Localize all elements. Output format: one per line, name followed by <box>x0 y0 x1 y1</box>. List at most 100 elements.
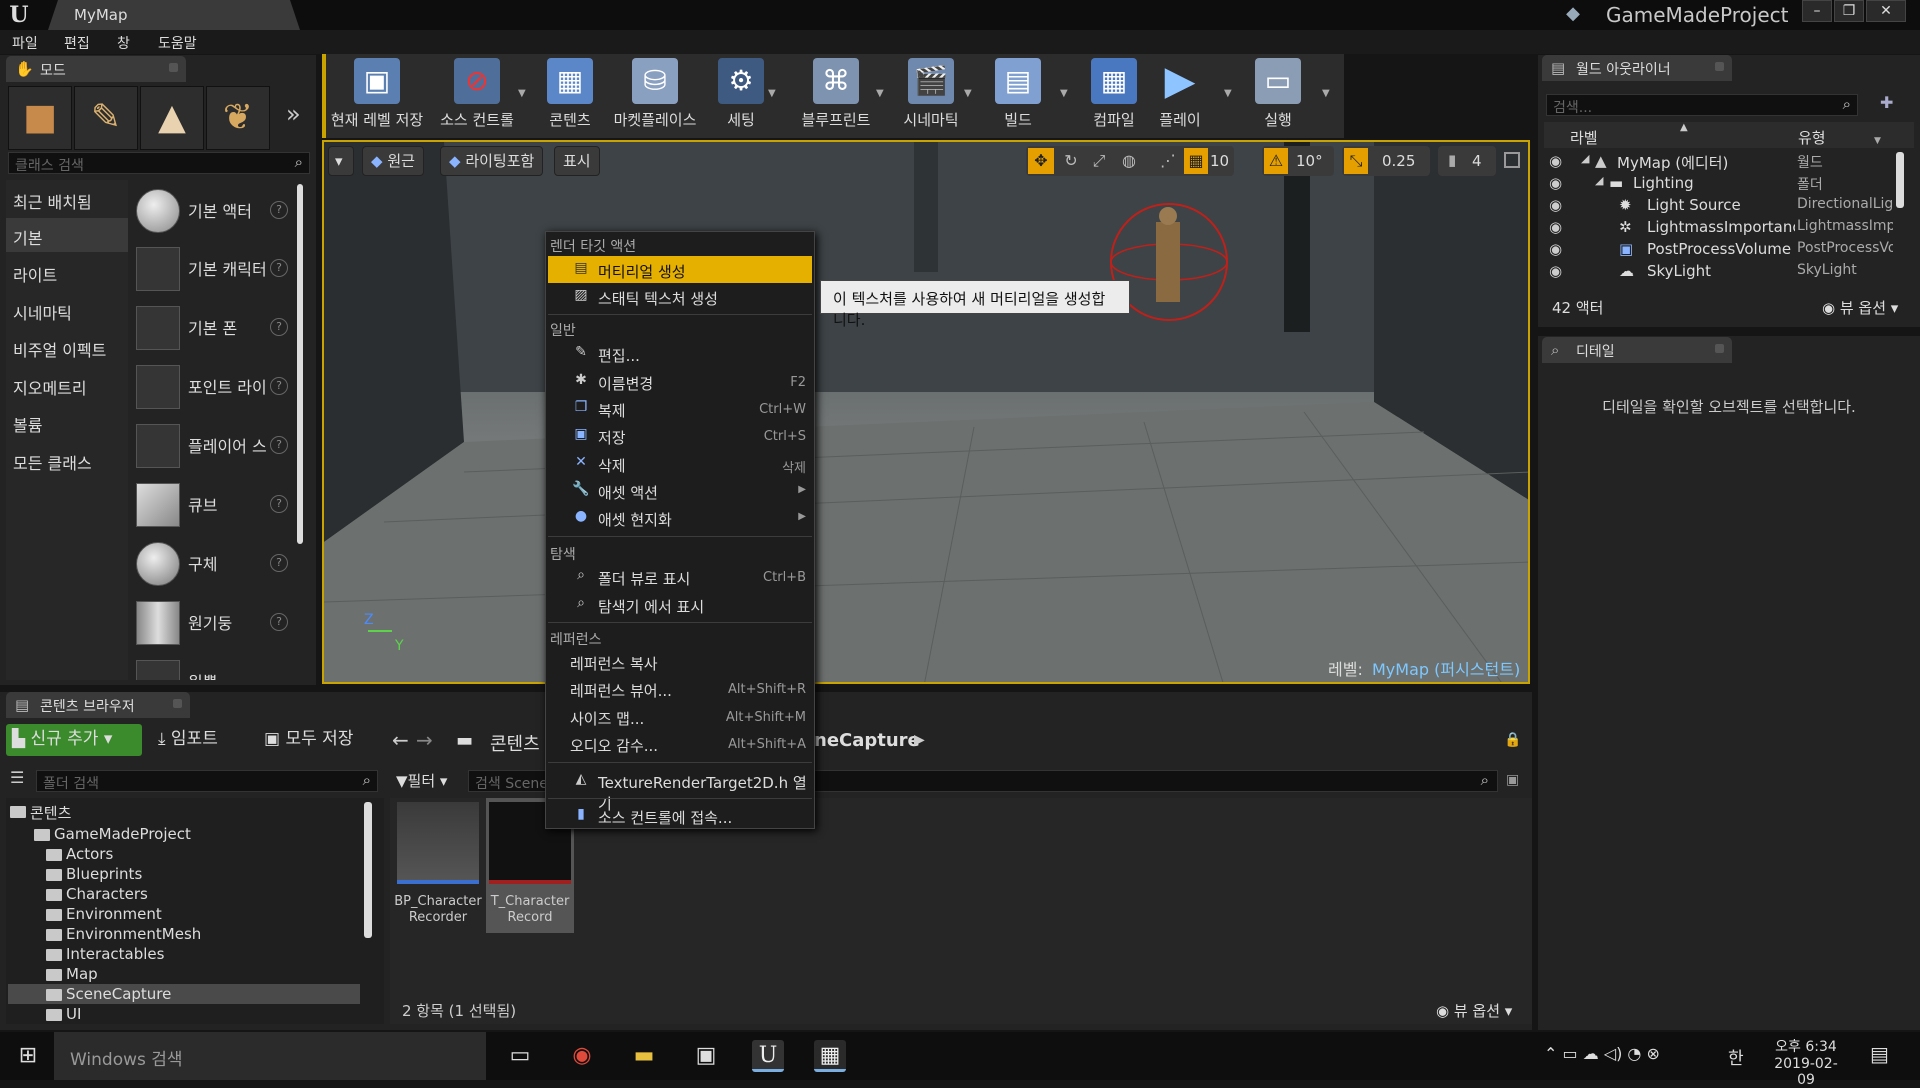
tree-item-environment[interactable]: Environment <box>44 905 162 925</box>
foliage-mode-icon[interactable]: ❦ <box>206 86 270 150</box>
menu-edit[interactable]: 편집 <box>64 33 90 53</box>
viewport-menu-dropdown[interactable]: ▾ <box>328 146 354 176</box>
chevron-down-icon[interactable]: ▼ <box>1322 88 1330 99</box>
compile-button[interactable]: ▦ 컴파일 <box>1082 58 1146 134</box>
category-lights[interactable]: 라이트 <box>6 255 128 289</box>
ctx-edit[interactable]: ✎ 편집... <box>548 340 812 367</box>
expand-icon[interactable]: ◢ <box>1595 174 1603 187</box>
eye-icon[interactable]: ◉ <box>1549 152 1562 170</box>
eye-icon[interactable]: ◉ <box>1549 174 1562 192</box>
tree-item-ui[interactable]: UI <box>44 1005 81 1023</box>
tree-item-gamemadeproject[interactable]: GameMadeProject <box>32 825 191 845</box>
place-item-player-start[interactable]: 플레이어 스타트? <box>132 418 292 474</box>
place-item-point-light[interactable]: 포인트 라이트? <box>132 359 292 415</box>
help-icon[interactable]: ? <box>270 201 288 219</box>
tree-item-actors[interactable]: Actors <box>44 845 113 865</box>
ctx-connect-source-control[interactable]: ▮ 소스 컨트롤에 접속... <box>548 802 812 829</box>
photos-icon[interactable]: ▦ <box>814 1040 846 1072</box>
chevron-down-icon[interactable]: ▼ <box>518 88 526 99</box>
notification-icon[interactable]: ▤ <box>1870 1042 1889 1066</box>
level-viewport[interactable] <box>322 140 1530 684</box>
help-icon[interactable]: ? <box>270 554 288 572</box>
outliner-row[interactable]: ◉✲LightmassImportanceVolumeLightmassImpo… <box>1545 218 1895 240</box>
ctx-create-static-texture[interactable]: ▨ 스태틱 텍스처 생성 <box>548 283 812 310</box>
tree-item-scenecapture[interactable]: SceneCapture <box>44 985 171 1005</box>
menu-window[interactable]: 창 <box>117 33 130 53</box>
outliner-row[interactable]: ◉ ◢ ▲ MyMap (에디터) 월드 <box>1545 152 1895 174</box>
forward-icon[interactable]: → <box>416 728 433 752</box>
maximize-button[interactable]: ❐ <box>1834 0 1864 22</box>
paint-mode-icon[interactable]: ✎ <box>74 86 138 150</box>
source-control-button[interactable]: ⊘ 소스 컨트롤 <box>430 58 524 134</box>
ctx-size-map[interactable]: 사이즈 맵... Alt+Shift+M <box>548 703 812 730</box>
ctx-copy-reference[interactable]: 레퍼런스 복사 <box>548 648 812 675</box>
expand-icon[interactable]: ◢ <box>1581 152 1589 165</box>
windows-start-icon[interactable]: ⊞ <box>12 1040 44 1072</box>
category-geometry[interactable]: 지오메트리 <box>6 368 128 402</box>
menu-help[interactable]: 도움말 <box>158 33 197 53</box>
outliner-view-options[interactable]: ◉ 뷰 옵션 ▾ <box>1822 297 1898 318</box>
launch-button[interactable]: ▭ 실행 <box>1250 58 1306 134</box>
outliner-row[interactable]: ◉✹Light SourceDirectionalLight <box>1545 196 1895 218</box>
add-actor-icon[interactable]: ✚ <box>1880 93 1893 112</box>
blueprints-button[interactable]: ⌘ 블루프린트 <box>792 58 880 134</box>
sources-toggle-icon[interactable]: ☰ <box>10 768 24 787</box>
chevron-down-icon[interactable]: ▼ <box>876 88 884 99</box>
modes-scrollbar[interactable] <box>297 184 303 544</box>
asset-bp-character-recorder[interactable]: BP_Character Recorder <box>394 798 482 933</box>
place-item-cylinder[interactable]: 원기둥? <box>132 595 292 651</box>
level-tab[interactable]: MyMap <box>48 0 300 30</box>
more-modes-icon[interactable]: » <box>286 100 301 128</box>
show-button[interactable]: 표시 <box>554 146 600 176</box>
grid-snap-icon[interactable]: ▦ <box>1184 148 1208 174</box>
col-label[interactable]: 라벨 <box>1570 127 1598 148</box>
help-icon[interactable]: ? <box>270 613 288 631</box>
place-item-pawn[interactable]: 기본 폰? <box>132 300 292 356</box>
ctx-delete[interactable]: ✕ 삭제 삭제 <box>548 450 812 477</box>
scale-snap-value[interactable]: 0.25 <box>1382 152 1415 170</box>
category-visual-effects[interactable]: 비주얼 이펙트 <box>6 330 128 364</box>
category-all-classes[interactable]: 모든 클래스 <box>6 443 128 477</box>
chevron-down-icon[interactable]: ▼ <box>964 88 972 99</box>
maximize-viewport-icon[interactable] <box>1504 152 1520 168</box>
rotation-snap-icon[interactable]: ⚠ <box>1264 148 1288 174</box>
eye-icon[interactable]: ◉ <box>1549 240 1562 258</box>
tree-item-map[interactable]: Map <box>44 965 98 985</box>
store-icon[interactable]: ▣ <box>690 1040 722 1072</box>
outliner-search-input[interactable]: 검색... ⌕ <box>1546 94 1858 116</box>
rotate-icon[interactable]: ↻ <box>1058 148 1084 174</box>
build-button[interactable]: ▤ 빌드 <box>990 58 1046 134</box>
minimize-button[interactable]: – <box>1802 0 1832 22</box>
surface-snap-icon[interactable]: ⋰ <box>1156 148 1180 174</box>
close-icon[interactable] <box>1715 344 1724 353</box>
system-tray-icons[interactable]: ⌃ ▭ ☁ ◁) ◔ ⊗ <box>1544 1044 1660 1063</box>
rot-snap-value[interactable]: 10° <box>1296 152 1323 170</box>
category-basic[interactable]: 기본 <box>6 218 128 252</box>
outliner-row[interactable]: ◉ ◢ ▬ Lighting 폴더 <box>1545 174 1895 196</box>
class-search-input[interactable]: 클래스 검색 ⌕ <box>8 152 310 174</box>
eye-icon[interactable]: ◉ <box>1549 218 1562 236</box>
scale-icon[interactable]: ⤢ <box>1086 148 1112 174</box>
taskbar-search-input[interactable]: Windows 검색 <box>54 1032 486 1080</box>
ctx-show-in-folder-view[interactable]: ⌕ 폴더 뷰로 표시 Ctrl+B <box>548 563 812 590</box>
content-browser-tab[interactable]: ▤ 콘텐츠 브라우저 <box>6 692 190 718</box>
chrome-icon[interactable]: ◉ <box>566 1040 598 1072</box>
grid-snap-value[interactable]: 10 <box>1210 152 1229 170</box>
outliner-row[interactable]: ◉ ☁ SkyLight SkyLight <box>1545 262 1895 284</box>
ime-indicator[interactable]: 한 <box>1728 1044 1744 1069</box>
chevron-down-icon[interactable]: ▼ <box>1060 88 1068 99</box>
tree-item-interactables[interactable]: Interactables <box>44 945 164 965</box>
settings-button[interactable]: ⚙ 세팅 <box>712 58 770 134</box>
help-icon[interactable]: ? <box>270 259 288 277</box>
view-mode-button[interactable]: ◆ 라이팅포함 <box>440 146 544 176</box>
close-icon[interactable] <box>1715 62 1724 71</box>
place-mode-icon[interactable]: ■ <box>8 86 72 150</box>
chevron-down-icon[interactable]: ▼ <box>768 88 776 99</box>
back-icon[interactable]: ← <box>392 728 409 752</box>
perspective-button[interactable]: ◆ 원근 <box>362 146 424 176</box>
save-search-icon[interactable]: ▣ <box>1506 772 1519 788</box>
help-icon[interactable]: ? <box>270 495 288 513</box>
place-item-cube[interactable]: 큐브? <box>132 477 292 533</box>
filter-button[interactable]: ▼필터 ▾ <box>396 770 447 791</box>
task-view-icon[interactable]: ▭ <box>504 1040 536 1072</box>
